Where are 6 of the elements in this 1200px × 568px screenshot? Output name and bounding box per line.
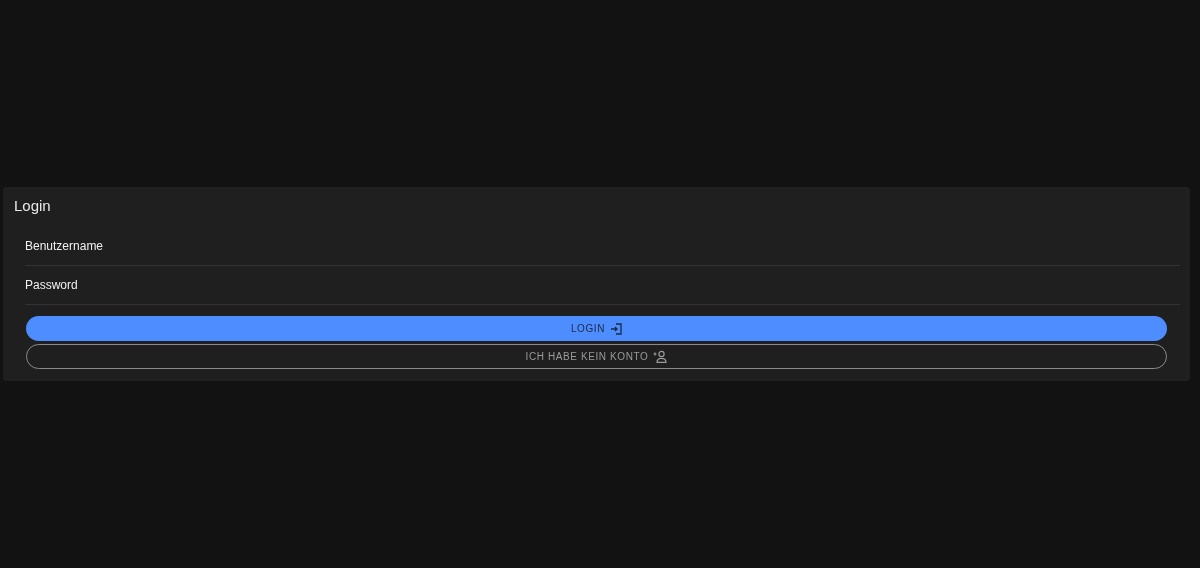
add-person-icon [653, 350, 668, 363]
login-button[interactable]: LOGIN [26, 316, 1167, 341]
login-icon [610, 322, 623, 335]
card-title: Login [14, 197, 51, 215]
text-field[interactable]: Benutzername [25, 227, 1180, 266]
text-field[interactable]: Password [25, 266, 1180, 305]
